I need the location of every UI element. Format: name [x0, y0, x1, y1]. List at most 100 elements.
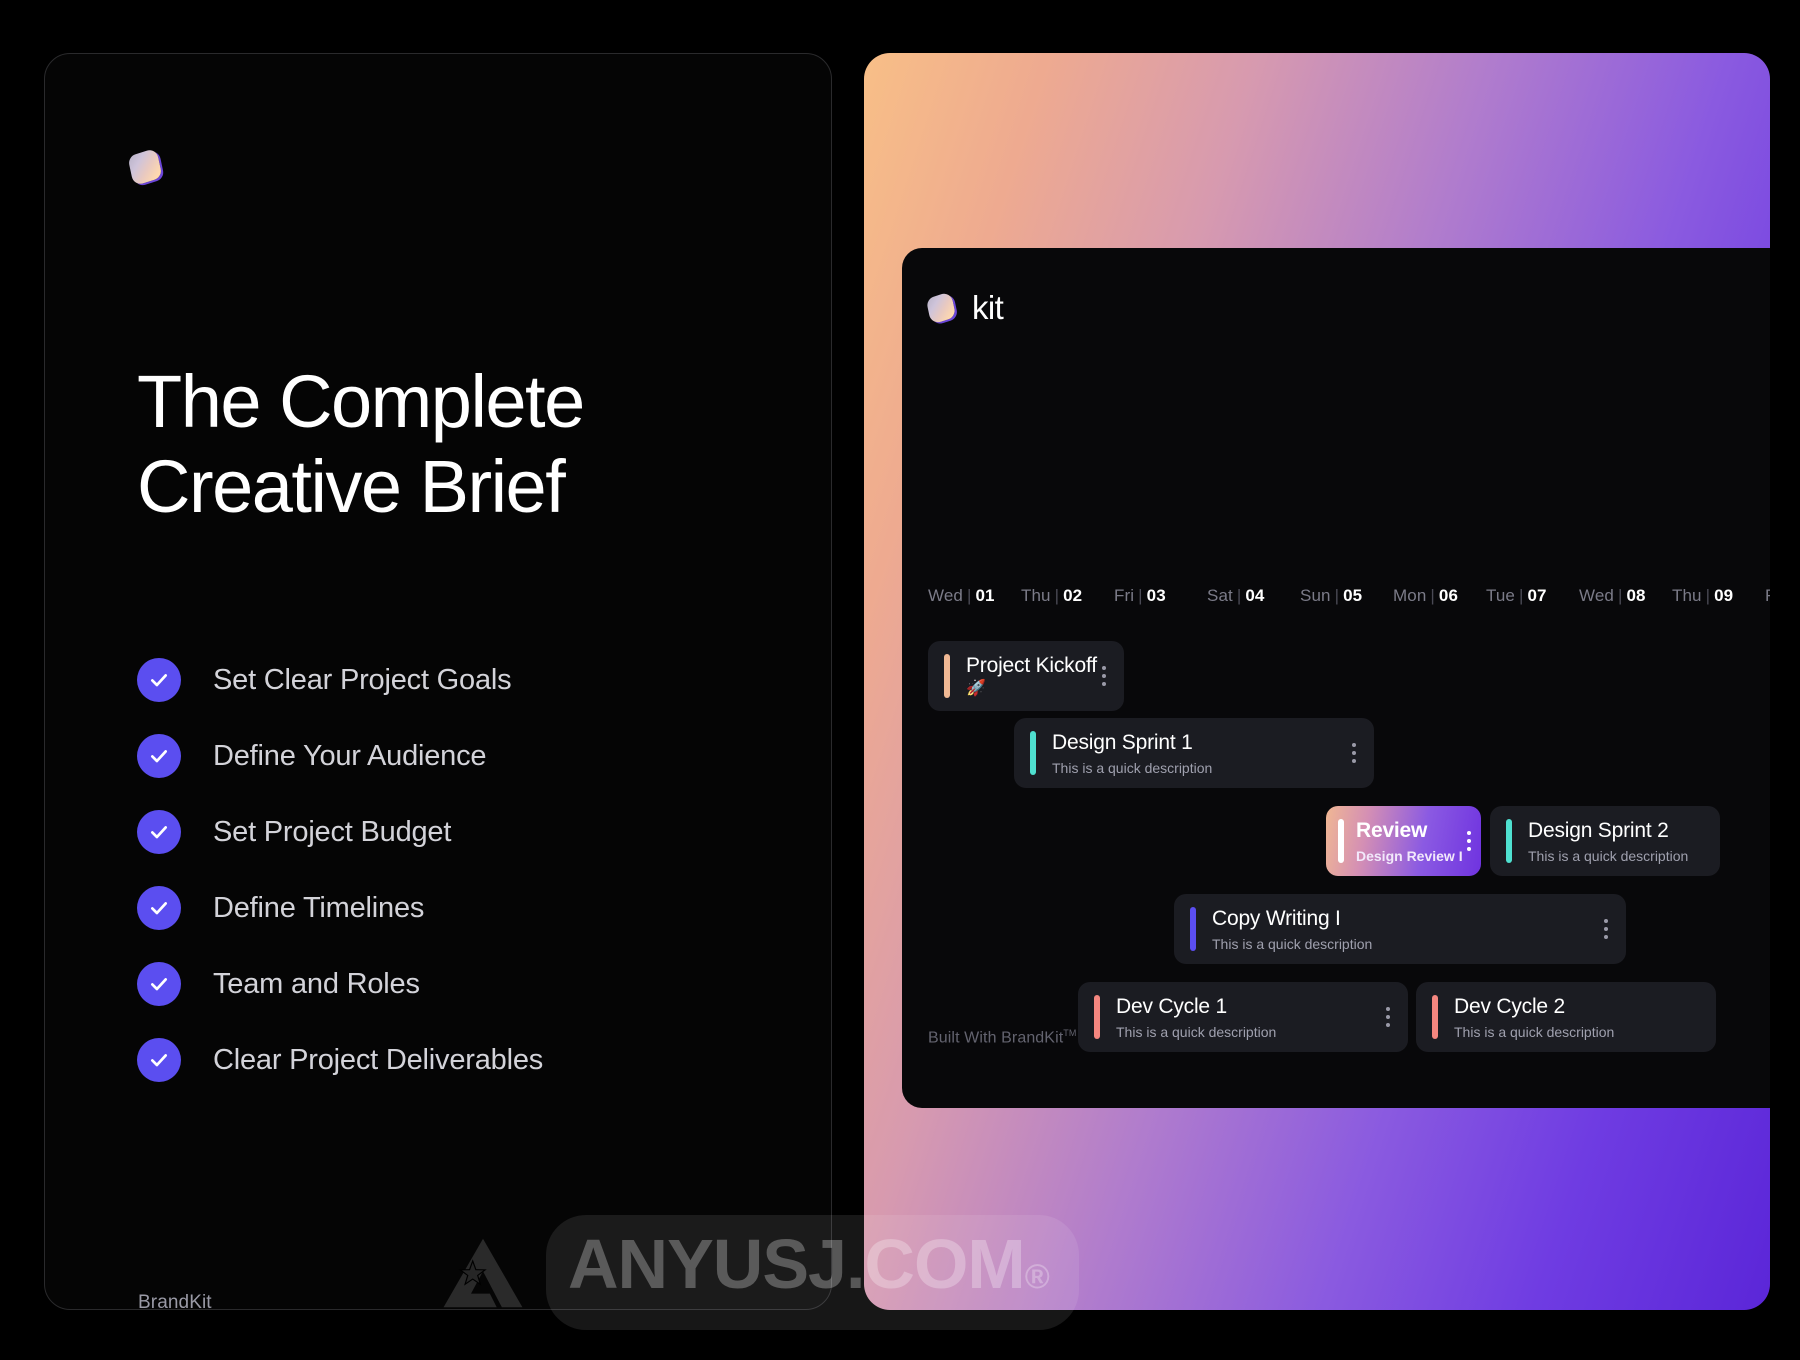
page-title: The Complete Creative Brief — [137, 359, 797, 529]
task-subtitle: This is a quick description — [1212, 935, 1373, 952]
check-icon — [137, 734, 181, 778]
task-content: Dev Cycle 2 This is a quick description — [1454, 994, 1716, 1041]
task-accent-bar — [1506, 819, 1512, 863]
creative-brief-card: The Complete Creative Brief Set Clear Pr… — [44, 53, 832, 1310]
checklist-item[interactable]: Define Timelines — [137, 870, 777, 946]
day-number: 04 — [1245, 586, 1265, 605]
task-title: Project Kickoff — [966, 654, 1097, 677]
check-icon — [137, 658, 181, 702]
task-accent-bar — [1338, 819, 1344, 863]
day-number: 02 — [1063, 586, 1083, 605]
timeline-date-strip: Wed | 01 Thu | 02 Fri | 03 Sat | 04 Sun | 05 Mon | 0… — [928, 586, 1770, 606]
checklist-item-label: Define Your Audience — [213, 739, 487, 772]
timeline-day-cell[interactable]: Wed | 08 — [1579, 586, 1672, 606]
task-card[interactable]: Review Design Review I — [1326, 806, 1481, 876]
task-content: Review Design Review I — [1356, 818, 1463, 865]
task-accent-bar — [1094, 995, 1100, 1039]
day-number: 06 — [1438, 586, 1459, 605]
timeline-day-cell[interactable]: Sat | 04 — [1207, 586, 1300, 606]
task-title: Dev Cycle 2 — [1454, 994, 1566, 1018]
check-icon — [137, 1038, 181, 1082]
kebab-menu-icon[interactable] — [1386, 1007, 1390, 1027]
checklist-item[interactable]: Set Project Budget — [137, 794, 777, 870]
kit-app-window: kit Wed | 01 Thu | 02 Fri | 03 Sat | 04 Sun | 05 — [902, 248, 1770, 1108]
task-subtitle: This is a quick description — [1528, 847, 1689, 864]
task-card[interactable]: Design Sprint 2 This is a quick descript… — [1490, 806, 1720, 876]
day-separator: | — [1705, 586, 1711, 605]
kebab-menu-icon[interactable] — [1352, 743, 1356, 763]
app-title: kit — [972, 289, 1004, 326]
task-accent-bar — [1030, 731, 1036, 775]
headline-line-2: Creative Brief — [137, 445, 566, 528]
day-of-week: Mon — [1393, 586, 1427, 605]
brandkit-gradient-square-icon — [127, 147, 163, 187]
task-subtitle: This is a quick description — [1454, 1023, 1615, 1040]
checklist-item[interactable]: Team and Roles — [137, 946, 777, 1022]
kebab-menu-icon[interactable] — [1604, 919, 1608, 939]
day-of-week: Fri — [1114, 586, 1135, 605]
day-number: 09 — [1714, 586, 1734, 605]
task-accent-bar — [1190, 907, 1196, 951]
task-card[interactable]: Project Kickoff 🚀 — [928, 641, 1124, 711]
app-footer-text: Built With BrandKit — [928, 1029, 1064, 1047]
timeline-day-cell[interactable]: Tue | 07 — [1486, 586, 1579, 606]
check-icon — [137, 886, 181, 930]
task-content: Copy Writing I This is a quick descripti… — [1212, 906, 1594, 953]
task-card[interactable]: Dev Cycle 2 This is a quick description — [1416, 982, 1716, 1052]
brandkit-gradient-square-icon — [925, 291, 957, 325]
timeline-day-cell[interactable]: Sun | 05 — [1300, 586, 1393, 606]
task-card[interactable]: Design Sprint 1 This is a quick descript… — [1014, 718, 1374, 788]
task-content: Design Sprint 2 This is a quick descript… — [1528, 818, 1720, 865]
checklist-item[interactable]: Set Clear Project Goals — [137, 642, 777, 718]
checklist-item[interactable]: Clear Project Deliverables — [137, 1022, 777, 1098]
check-icon — [137, 810, 181, 854]
check-icon — [137, 962, 181, 1006]
task-title: Design Sprint 1 — [1052, 730, 1193, 754]
task-card[interactable]: Dev Cycle 1 This is a quick description — [1078, 982, 1408, 1052]
screenshot-root: The Complete Creative Brief Set Clear Pr… — [0, 0, 1800, 1360]
app-footer: Built With BrandKitTM — [928, 1028, 1077, 1047]
day-of-week: Thu — [1021, 586, 1051, 605]
timeline-day-cell[interactable]: Mon | 06 — [1393, 586, 1486, 606]
day-separator: | — [966, 586, 972, 605]
checklist-item-label: Set Project Budget — [213, 815, 452, 848]
checklist-item[interactable]: Define Your Audience — [137, 718, 777, 794]
timeline-day-cell[interactable]: F — [1765, 586, 1770, 606]
showcase-card: kit Wed | 01 Thu | 02 Fri | 03 Sat | 04 Sun | 05 — [864, 53, 1770, 1310]
timeline-day-cell[interactable]: Thu | 09 — [1672, 586, 1765, 606]
task-content: Dev Cycle 1 This is a quick description — [1116, 994, 1376, 1041]
task-card[interactable]: Copy Writing I This is a quick descripti… — [1174, 894, 1626, 964]
day-separator: | — [1334, 586, 1340, 605]
day-number: 03 — [1146, 586, 1166, 605]
timeline-day-cell[interactable]: Fri | 03 — [1114, 586, 1207, 606]
rocket-icon: 🚀 — [966, 680, 986, 697]
checklist: Set Clear Project Goals Define Your Audi… — [137, 642, 777, 1098]
day-separator: | — [1054, 586, 1060, 605]
checklist-item-label: Clear Project Deliverables — [213, 1043, 544, 1076]
day-separator: | — [1236, 586, 1242, 605]
day-of-week: Thu — [1672, 586, 1702, 605]
brand-footer: BrandKit — [138, 1292, 212, 1310]
app-header: kit — [925, 289, 1004, 326]
day-separator: | — [1430, 586, 1435, 605]
task-accent-bar — [944, 654, 950, 698]
task-subtitle: Design Review I — [1356, 847, 1463, 864]
trademark-mark: TM — [1063, 1028, 1077, 1038]
day-of-week: Sat — [1207, 586, 1233, 605]
kebab-menu-icon[interactable] — [1467, 831, 1471, 851]
timeline-day-cell[interactable]: Wed | 01 — [928, 586, 1021, 606]
checklist-item-label: Set Clear Project Goals — [213, 663, 512, 696]
task-subtitle: This is a quick description — [1052, 759, 1213, 776]
day-separator: | — [1617, 586, 1623, 605]
day-number: 05 — [1343, 586, 1363, 605]
day-of-week: Wed — [928, 586, 963, 605]
checklist-item-label: Team and Roles — [213, 967, 420, 1000]
day-of-week: Tue — [1486, 586, 1515, 605]
day-of-week: Sun — [1300, 586, 1331, 605]
day-separator: | — [1138, 586, 1143, 605]
task-title: Review — [1356, 818, 1428, 842]
timeline-day-cell[interactable]: Thu | 02 — [1021, 586, 1114, 606]
task-content: Project Kickoff 🚀 — [966, 653, 1097, 699]
day-number: 01 — [975, 586, 995, 605]
kebab-menu-icon[interactable] — [1102, 666, 1106, 686]
